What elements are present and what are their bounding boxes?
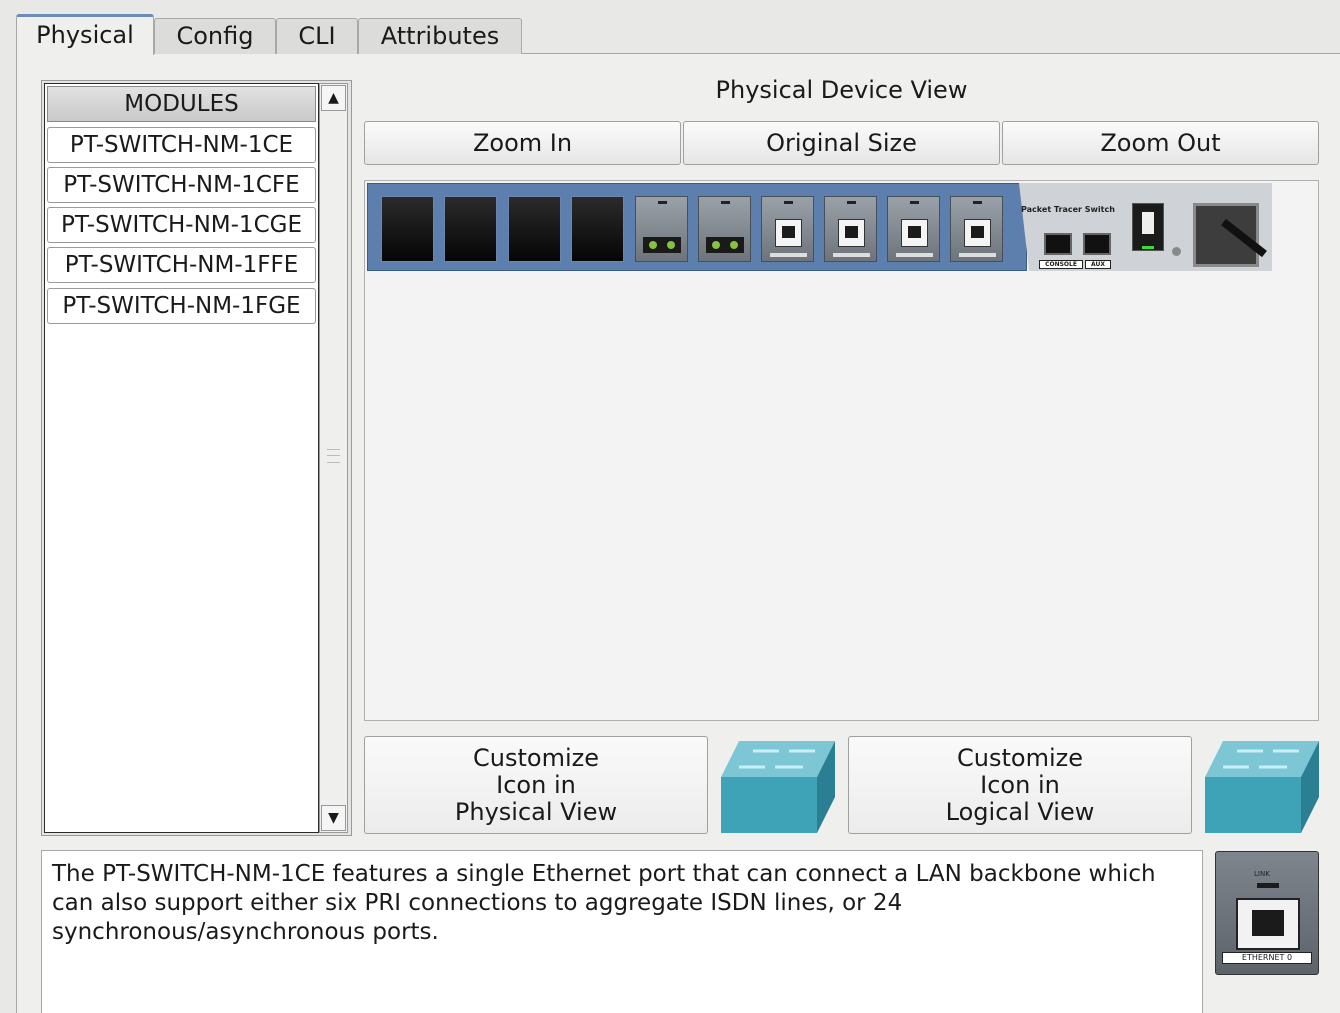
screw-icon — [1172, 247, 1181, 256]
customize-logical-icon-button[interactable]: Customize Icon in Logical View — [848, 736, 1192, 834]
scroll-down-button[interactable]: ▼ — [321, 805, 346, 831]
empty-module-slot[interactable] — [508, 196, 561, 262]
ethernet-port-module[interactable] — [887, 196, 940, 262]
ethernet-port-module[interactable] — [761, 196, 814, 262]
empty-module-slot[interactable] — [571, 196, 624, 262]
module-item[interactable]: PT-SWITCH-NM-1FFE — [47, 247, 316, 283]
scroll-up-button[interactable]: ▲ — [321, 85, 346, 111]
aux-port[interactable] — [1083, 233, 1111, 255]
power-led-icon — [1142, 246, 1154, 249]
link-label: LINK — [1254, 870, 1270, 878]
customize-line: Customize — [957, 743, 1083, 772]
module-port-image: LINK ETHERNET 0 — [1215, 851, 1319, 975]
power-connector-icon — [1193, 203, 1259, 267]
customize-physical-icon-button[interactable]: Customize Icon in Physical View — [364, 736, 708, 834]
empty-module-slot[interactable] — [444, 196, 497, 262]
ethernet-port-icon — [1236, 898, 1300, 950]
module-item[interactable]: PT-SWITCH-NM-1CE — [47, 127, 316, 163]
console-port[interactable] — [1044, 233, 1072, 255]
zoom-out-button[interactable]: Zoom Out — [1002, 121, 1319, 165]
link-led-icon — [1257, 883, 1279, 888]
module-item[interactable]: PT-SWITCH-NM-1FGE — [47, 288, 316, 324]
ethernet-port-module[interactable] — [824, 196, 877, 262]
switch-logical-icon — [1205, 741, 1319, 833]
customize-line: Icon in — [496, 770, 576, 799]
console-label: CONSOLE — [1039, 260, 1083, 269]
zoom-in-button[interactable]: Zoom In — [364, 121, 681, 165]
module-item[interactable]: PT-SWITCH-NM-1CFE — [47, 167, 316, 203]
scroll-grip-icon[interactable] — [327, 449, 340, 463]
fiber-port-module[interactable] — [698, 196, 751, 262]
switch-device-image: Packet Tracer Switch CONSOLE AUX — [367, 183, 1272, 271]
customize-line: Logical View — [945, 797, 1095, 826]
modules-scrollbar[interactable]: ▲ ▼ — [319, 83, 348, 833]
module-description: The PT-SWITCH-NM-1CE features a single E… — [41, 850, 1203, 1013]
port-name-label: ETHERNET 0 — [1222, 952, 1312, 964]
tab-physical[interactable]: Physical — [16, 14, 154, 55]
modules-list: MODULES PT-SWITCH-NM-1CE PT-SWITCH-NM-1C… — [44, 83, 319, 833]
original-size-button[interactable]: Original Size — [683, 121, 1000, 165]
customize-line: Customize — [473, 743, 599, 772]
power-switch-icon[interactable] — [1132, 203, 1164, 251]
customize-line: Physical View — [454, 797, 618, 826]
arrow-down-icon: ▼ — [328, 810, 339, 826]
tab-cli[interactable]: CLI — [276, 18, 358, 54]
device-label: Packet Tracer Switch — [1021, 205, 1115, 214]
module-item[interactable]: PT-SWITCH-NM-1CGE — [47, 207, 316, 243]
tab-config[interactable]: Config — [154, 18, 276, 54]
ethernet-port-module[interactable] — [950, 196, 1003, 262]
physical-device-view-title: Physical Device View — [715, 76, 968, 104]
switch-physical-icon — [721, 741, 835, 833]
customize-line: Icon in — [980, 770, 1060, 799]
empty-module-slot[interactable] — [381, 196, 434, 262]
fiber-port-module[interactable] — [635, 196, 688, 262]
modules-header[interactable]: MODULES — [47, 86, 316, 122]
tab-attributes[interactable]: Attributes — [358, 18, 522, 54]
aux-label: AUX — [1085, 260, 1111, 269]
arrow-up-icon: ▲ — [328, 90, 339, 106]
